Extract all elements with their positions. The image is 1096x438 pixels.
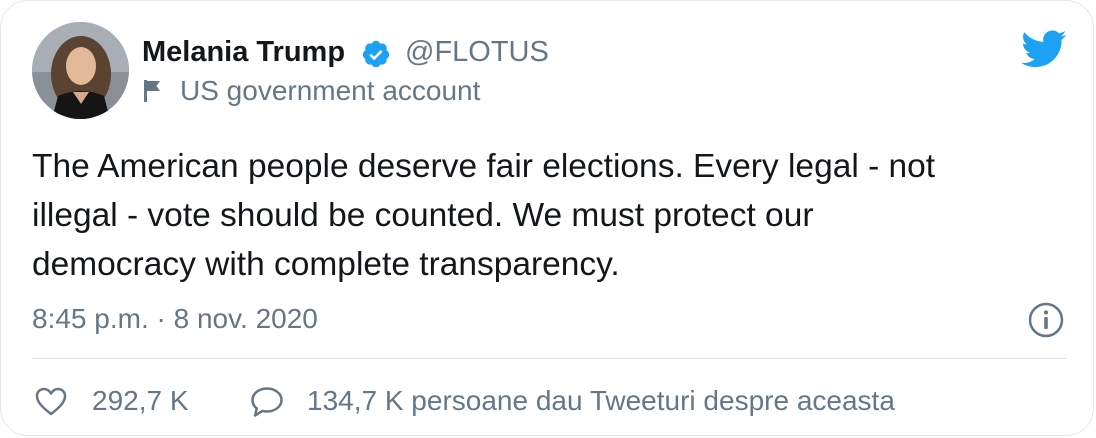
flag-icon [144, 80, 160, 102]
tweet-line: democracy with complete transparency. [32, 246, 620, 283]
people-talking-link[interactable]: 134,7 K persoane dau Tweeturi despre ace… [307, 383, 895, 419]
author-name[interactable]: Melania Trump [142, 34, 345, 70]
divider [32, 358, 1067, 359]
account-label: US government account [180, 75, 481, 106]
heart-icon[interactable] [35, 387, 67, 417]
twitter-bird-icon[interactable] [1019, 29, 1067, 69]
author-handle[interactable]: @FLOTUS [405, 34, 549, 70]
tweet-line: The American people deserve fair electio… [32, 148, 936, 185]
profile-avatar[interactable] [32, 22, 129, 119]
speech-bubble-icon[interactable] [250, 386, 284, 418]
info-icon[interactable] [1028, 302, 1064, 338]
tweet-text: The American people deserve fair electio… [32, 142, 1077, 289]
tweet-line: illegal - vote should be counted. We mus… [32, 197, 814, 234]
tweet-card: Melania Trump @FLOTUS US government acco… [0, 0, 1094, 436]
verified-badge-icon [362, 40, 390, 68]
like-count[interactable]: 292,7 K [92, 383, 189, 419]
tweet-timestamp[interactable]: 8:45 p.m. · 8 nov. 2020 [32, 301, 318, 337]
avatar-image [32, 22, 129, 119]
